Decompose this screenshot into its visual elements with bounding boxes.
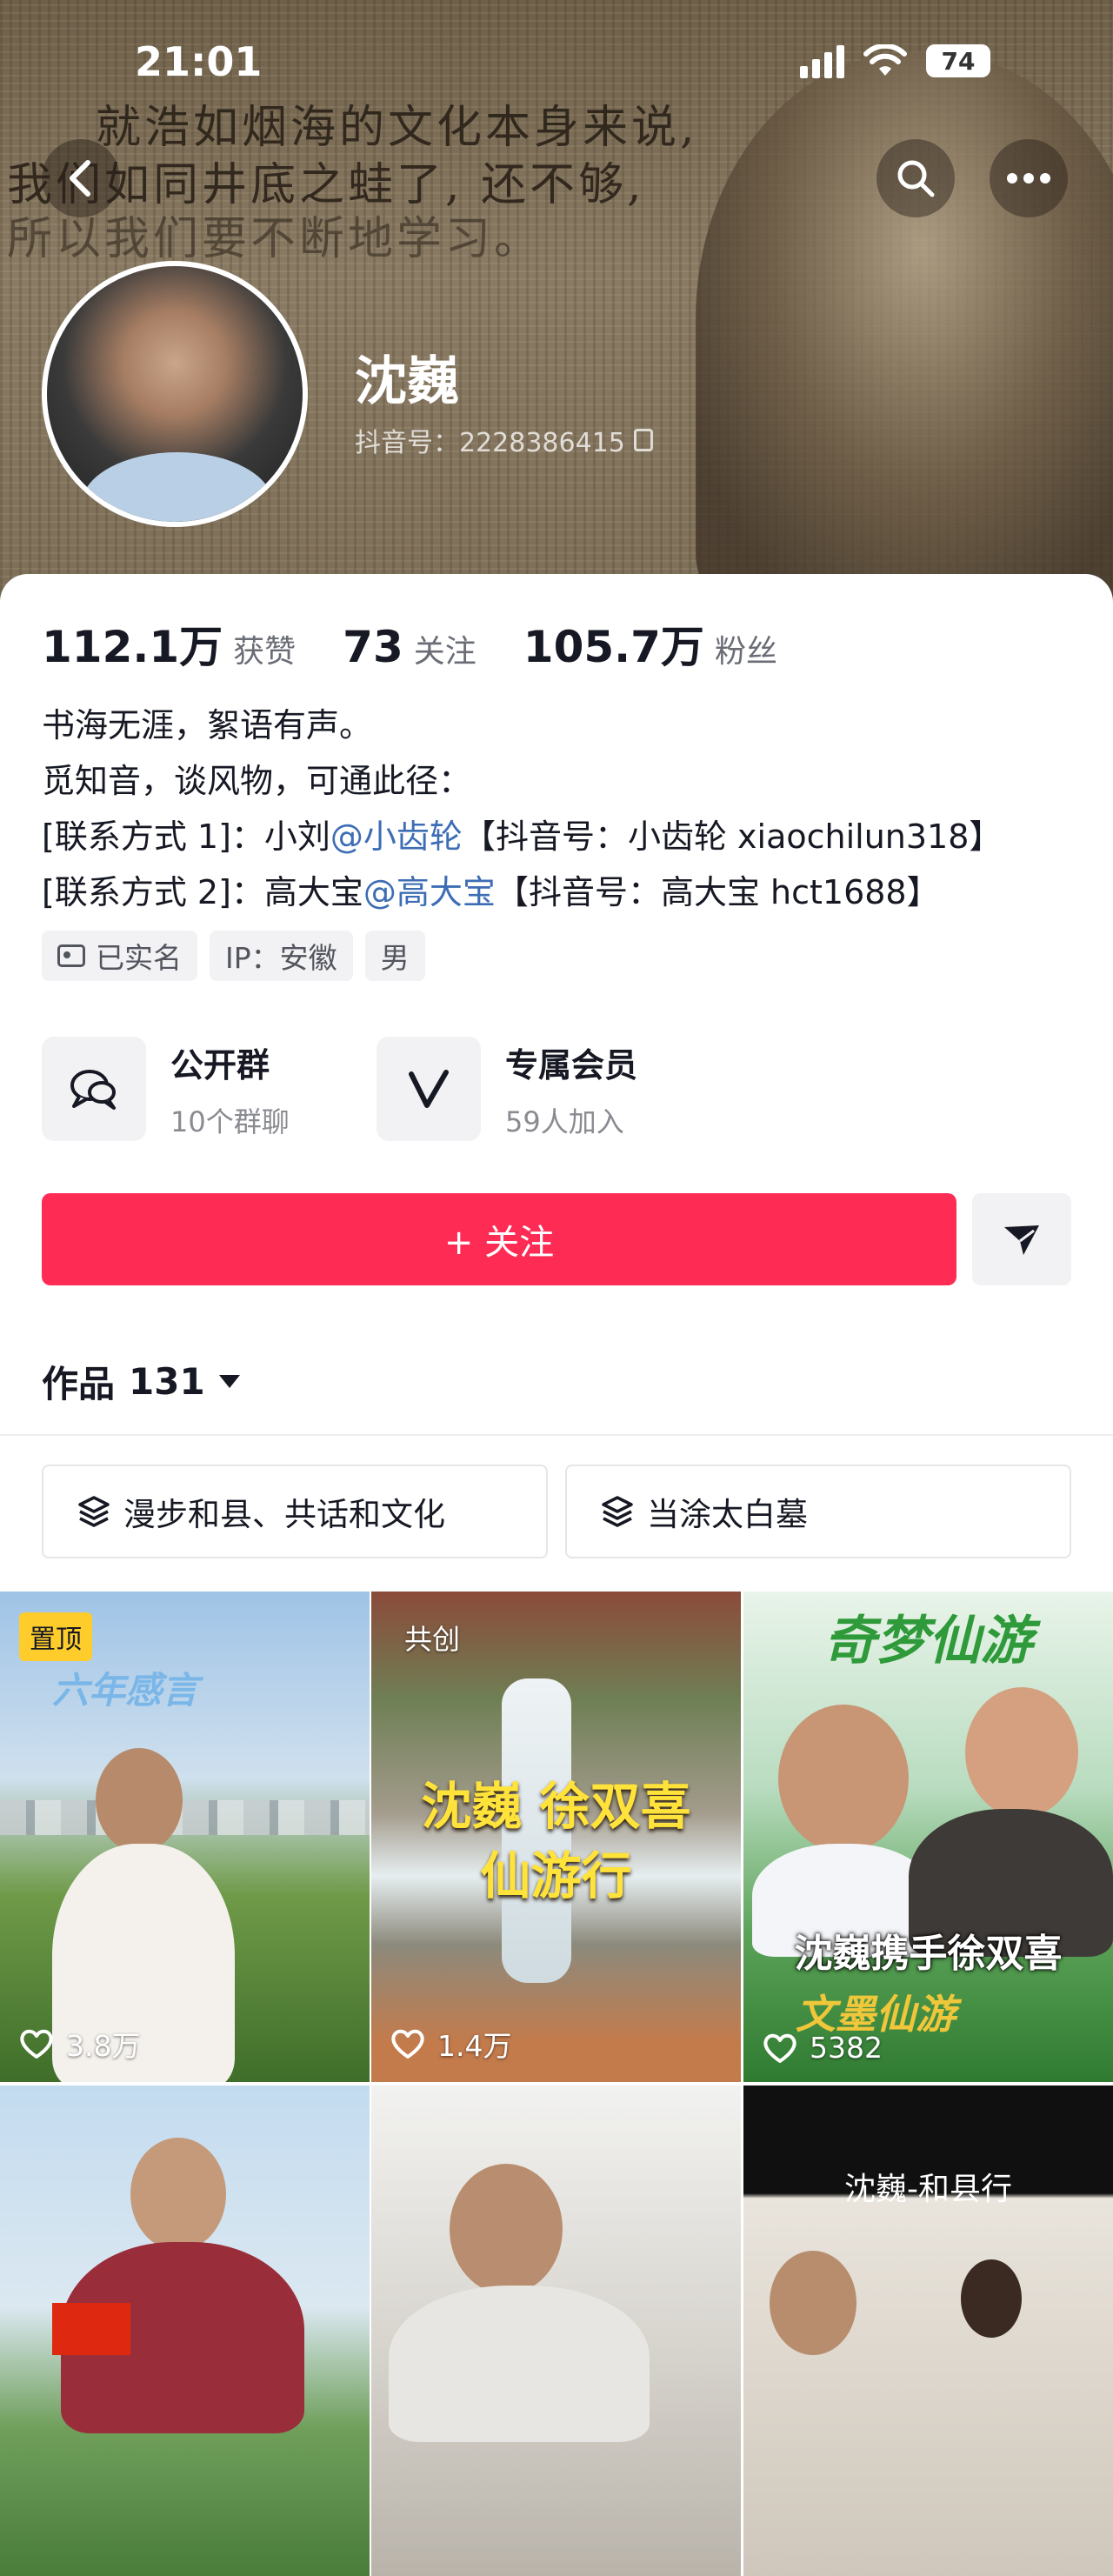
- video-3-likes: 5382: [763, 2031, 883, 2065]
- tag-gender: 男: [364, 931, 425, 981]
- tag-verified: 已实名: [42, 931, 197, 981]
- video-1-likes-count: 3.8万: [66, 2029, 141, 2063]
- dropdown-triangle-icon: [218, 1375, 240, 1388]
- signal-icon: [800, 43, 844, 78]
- heart-icon: [391, 2029, 424, 2059]
- video-tile-5[interactable]: [371, 2085, 741, 2576]
- works-count: 131: [129, 1360, 205, 1403]
- douyin-id-text: 抖音号：2228386415: [355, 428, 625, 458]
- bio-line-4: [联系方式 2]：高大宝@高大宝【抖音号：高大宝 hct1688】: [42, 864, 1002, 920]
- membership-entry[interactable]: 专属会员 59人加入: [377, 1037, 637, 1141]
- public-group-entry[interactable]: 公开群 10个群聊: [42, 1037, 290, 1141]
- douyin-id[interactable]: 抖音号：2228386415: [355, 421, 653, 459]
- video-5-person: [450, 2164, 563, 2294]
- divider: [0, 1434, 1113, 1436]
- china-flag: [52, 2303, 130, 2355]
- membership-v-icon: [377, 1037, 481, 1141]
- video-6-overlay: 沈巍-和县行: [844, 2172, 1012, 2207]
- video-3-overlay-top: 奇梦仙游: [823, 1611, 1033, 1672]
- chevron-left-icon: [70, 160, 90, 197]
- video-3-overlay: 沈巍携手徐双喜: [794, 1932, 1063, 1976]
- back-button[interactable]: [42, 139, 120, 217]
- video-3-likes-count: 5382: [810, 2031, 883, 2065]
- heart-icon: [763, 2033, 796, 2063]
- followers-count[interactable]: 105.7万: [523, 612, 704, 675]
- status-bar: 21:01 74: [0, 0, 1113, 130]
- video-1-overlay: 六年感言: [52, 1669, 199, 1712]
- video-2-likes-count: 1.4万: [437, 2029, 512, 2063]
- heart-icon: [20, 2029, 53, 2059]
- avatar-shirt: [82, 452, 273, 522]
- bio-line-3: [联系方式 1]：小刘@小齿轮【抖音号：小齿轮 xiaochilun318】: [42, 809, 1002, 864]
- following-count[interactable]: 73: [343, 622, 403, 672]
- video-tile-3[interactable]: 奇梦仙游 沈巍携手徐双喜 文墨仙游 5382: [743, 1592, 1113, 2082]
- collection-2[interactable]: 当涂太白墓: [565, 1465, 1071, 1558]
- collection-1-label: 漫步和县、共话和文化: [123, 1496, 445, 1533]
- profile-tags: 已实名 IP：安徽 男: [42, 931, 425, 981]
- video-1-person: [96, 1748, 183, 1852]
- co-create-badge: 共创: [404, 1623, 461, 1656]
- video-2-likes: 1.4万: [390, 2023, 511, 2065]
- works-label: 作品: [42, 1363, 116, 1405]
- membership-sub: 59人加入: [505, 1104, 624, 1138]
- bio-line-2: 觅知音，谈风物，可通此径：: [42, 762, 472, 800]
- video-tile-2[interactable]: 沈巍 徐双喜 仙游行 共创 1.4万: [371, 1592, 741, 2082]
- video-3-person-right: [965, 1687, 1078, 1818]
- likes-count: 112.1万: [42, 622, 223, 672]
- wifi-icon: [863, 44, 907, 76]
- video-5-shirt: [389, 2286, 650, 2442]
- bio-line-3-post: 【抖音号：小齿轮 xiaochilun318】: [462, 818, 1003, 856]
- tag-verified-label: 已实名: [96, 941, 182, 975]
- bio: 书海无涯，絮语有声。 觅知音，谈风物，可通此径： [联系方式 1]：小刘@小齿轮…: [42, 697, 1002, 920]
- banner-portrait-image: [696, 52, 1113, 609]
- id-card-icon: [57, 944, 85, 967]
- avatar[interactable]: [42, 261, 308, 527]
- more-icon: [1007, 173, 1050, 184]
- mention-link[interactable]: @小齿轮: [330, 818, 463, 856]
- membership-title: 专属会员: [505, 1045, 638, 1084]
- battery-icon: 74: [926, 44, 990, 77]
- bio-line-3-pre: [联系方式 1]：小刘: [42, 818, 330, 856]
- likes-label: 获赞: [233, 634, 297, 670]
- video-6-person-right: [961, 2259, 1022, 2338]
- public-group-title: 公开群: [170, 1045, 270, 1084]
- video-tile-6[interactable]: 沈巍-和县行: [743, 2085, 1113, 2576]
- video-2-overlay-line-1: 沈巍 徐双喜: [421, 1777, 691, 1836]
- send-icon: [1004, 1225, 1039, 1255]
- collection-2-label: 当涂太白墓: [647, 1496, 808, 1533]
- mention-link[interactable]: @高大宝: [363, 873, 496, 911]
- status-time: 21:01: [135, 38, 263, 85]
- search-button[interactable]: [876, 139, 955, 217]
- video-3-person-left: [778, 1705, 909, 1852]
- layers-icon: [78, 1496, 110, 1527]
- share-button[interactable]: [972, 1193, 1071, 1285]
- collection-1[interactable]: 漫步和县、共话和文化: [42, 1465, 548, 1558]
- copy-icon[interactable]: [633, 429, 653, 451]
- works-tab[interactable]: 作品 131: [42, 1355, 240, 1408]
- bio-line-4-pre: [联系方式 2]：高大宝: [42, 873, 363, 911]
- video-2-overlay-line-2: 仙游行: [480, 1846, 632, 1905]
- chat-bubbles-icon: [42, 1037, 146, 1141]
- tag-ip: IP：安徽: [210, 931, 353, 981]
- public-group-sub: 10个群聊: [170, 1104, 290, 1138]
- followers-label[interactable]: 粉丝: [715, 626, 777, 671]
- following-label[interactable]: 关注: [414, 626, 477, 671]
- video-1-likes: 3.8万: [19, 2023, 140, 2065]
- stats-row: 112.1万 获赞 73 关注 105.7万 粉丝: [42, 612, 824, 675]
- bio-line-4-post: 【抖音号：高大宝 hct1688】: [495, 873, 940, 911]
- search-icon: [897, 160, 935, 197]
- video-4-person: [130, 2138, 226, 2251]
- profile-name: 沈巍: [355, 351, 459, 412]
- status-icons: 74: [800, 43, 990, 78]
- video-tile-1[interactable]: 六年感言 置顶 3.8万: [0, 1592, 370, 2082]
- video-6-person-left: [770, 2251, 856, 2355]
- video-tile-4[interactable]: [0, 2085, 370, 2576]
- layers-icon: [602, 1496, 633, 1527]
- follow-button[interactable]: + 关注: [42, 1193, 956, 1285]
- bio-line-1: 书海无涯，絮语有声。: [42, 706, 373, 744]
- more-button[interactable]: [990, 139, 1068, 217]
- city-skyline: [0, 1800, 370, 1835]
- pinned-badge: 置顶: [19, 1612, 92, 1661]
